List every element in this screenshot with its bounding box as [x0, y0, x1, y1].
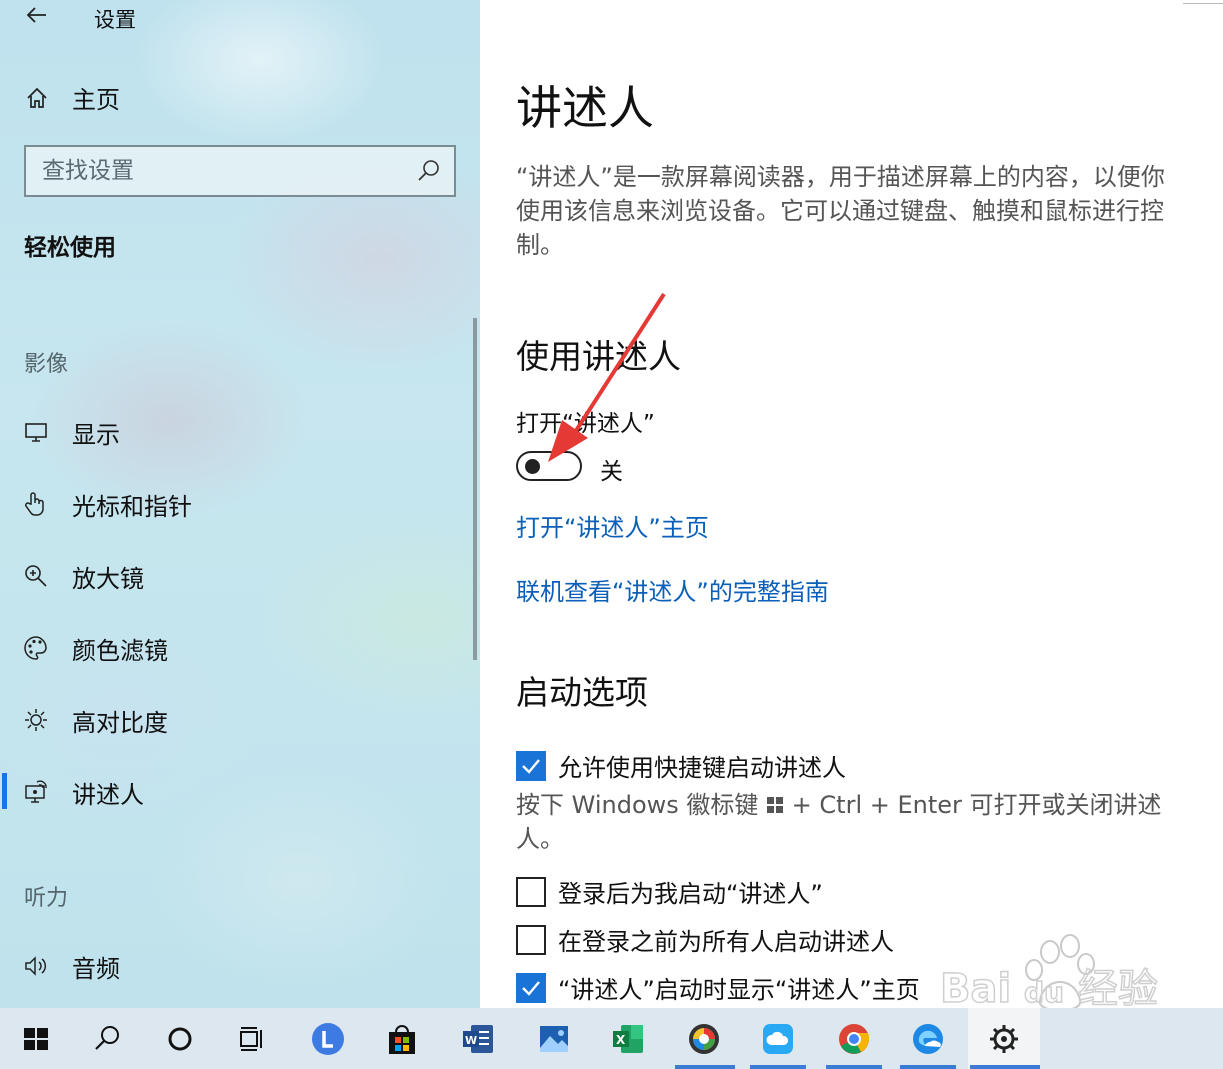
edge-button[interactable]	[898, 1008, 958, 1069]
svg-text:W: W	[465, 1034, 477, 1047]
cortana-icon	[168, 1027, 192, 1050]
chrome-button[interactable]	[824, 1008, 884, 1069]
settings-button[interactable]	[974, 1008, 1034, 1069]
taskbar-search-button[interactable]	[78, 1008, 138, 1069]
sidebar-item-display[interactable]: 显示	[22, 412, 120, 452]
window-title: 设置	[94, 8, 136, 32]
startup-options-heading: 启动选项	[516, 673, 648, 712]
sidebar-item-narrator[interactable]: 讲述人	[22, 772, 144, 812]
toggle-state-text: 关	[600, 459, 623, 485]
cortana-button[interactable]	[150, 1008, 210, 1069]
color-picker-button[interactable]	[674, 1008, 734, 1069]
option-label: 登录后为我启动“讲述人”	[558, 880, 823, 908]
monitor-icon	[25, 423, 47, 442]
active-indicator	[2, 773, 7, 809]
sidebar-item-color-filters[interactable]: 颜色滤镜	[22, 628, 168, 668]
word-icon: W	[463, 1024, 493, 1053]
sidebar-item-label: 光标和指针	[72, 492, 192, 521]
sidebar-item-pointer[interactable]: 光标和指针	[22, 484, 192, 524]
settings-icon	[990, 1024, 1018, 1053]
option-start-before-signin[interactable]: 在登录之前为所有人启动讲述人	[516, 922, 894, 957]
window-edge	[1183, 0, 1223, 4]
narrator-guide-link[interactable]: 联机查看“讲述人”的完整指南	[516, 572, 829, 607]
running-indicator	[675, 1065, 735, 1069]
group-label-vision: 影像	[24, 352, 69, 377]
pointer-icon	[25, 492, 44, 516]
sidebar-item-label: 放大镜	[72, 564, 144, 593]
task-view-icon	[240, 1026, 262, 1051]
start-button[interactable]	[6, 1008, 66, 1069]
photos-icon	[540, 1025, 568, 1052]
home-icon	[27, 87, 47, 108]
group-label-hearing: 听力	[24, 886, 69, 911]
sidebar-item-magnifier[interactable]: 放大镜	[22, 556, 144, 596]
search-icon	[95, 1025, 119, 1050]
toggle-label: 打开“讲述人”	[516, 411, 655, 437]
app-l-button[interactable]	[298, 1008, 358, 1069]
open-narrator-home-link[interactable]: 打开“讲述人”主页	[516, 508, 709, 543]
photos-button[interactable]	[524, 1008, 584, 1069]
option-label: 允许使用快捷键启动讲述人	[558, 754, 846, 782]
sidebar-item-label: 颜色滤镜	[72, 636, 168, 665]
option-show-home[interactable]: “讲述人”启动时显示“讲述人”主页	[516, 970, 920, 1005]
use-narrator-heading: 使用讲述人	[516, 337, 681, 376]
home-label: 主页	[72, 86, 120, 114]
check-icon	[522, 980, 540, 996]
search-box[interactable]	[24, 145, 456, 197]
search-icon[interactable]	[416, 158, 442, 184]
sidebar-scrollbar[interactable]	[473, 318, 477, 660]
running-indicator	[970, 1065, 1040, 1069]
narrator-icon	[25, 780, 47, 803]
option-shortcut-key[interactable]: 允许使用快捷键启动讲述人	[516, 748, 846, 783]
option-label: 在登录之前为所有人启动讲述人	[558, 928, 894, 956]
sidebar-home-link[interactable]: 主页	[24, 80, 120, 115]
search-input[interactable]	[42, 158, 416, 184]
sidebar-item-audio[interactable]: 音频	[22, 946, 120, 986]
cloud-button[interactable]	[748, 1008, 808, 1069]
section-title: 轻松使用	[24, 235, 116, 261]
sidebar-item-label: 高对比度	[72, 708, 168, 737]
sidebar-item-label: 音频	[72, 954, 120, 983]
colorpicker-icon	[689, 1023, 719, 1054]
sidebar-item-label: 讲述人	[72, 780, 144, 809]
app-l-icon	[312, 1022, 344, 1055]
cloud-icon	[763, 1023, 793, 1054]
back-arrow-icon[interactable]	[24, 2, 50, 28]
page-description: “讲述人”是一款屏幕阅读器，用于描述屏幕上的内容，以便你使用该信息来浏览设备。它…	[516, 163, 1165, 259]
excel-button[interactable]: X	[598, 1008, 658, 1069]
shortcut-hint: 按下 Windows 徽标键 + Ctrl + Enter 可打开或关闭讲述人。	[516, 788, 1176, 856]
running-indicator	[900, 1065, 956, 1069]
hint-text-part1: 按下 Windows 徽标键	[516, 791, 759, 819]
svg-text:X: X	[616, 1033, 626, 1047]
checkbox-show-home[interactable]	[516, 972, 546, 1003]
check-icon	[522, 758, 540, 774]
word-button[interactable]: W	[448, 1008, 508, 1069]
chrome-icon	[839, 1023, 870, 1054]
windows-logo-icon	[767, 797, 784, 813]
excel-icon: X	[613, 1024, 643, 1053]
palette-icon	[24, 636, 47, 660]
option-start-after-signin[interactable]: 登录后为我启动“讲述人”	[516, 874, 823, 909]
sidebar-item-label: 显示	[72, 420, 120, 449]
toggle-knob	[525, 459, 540, 474]
checkbox-before-signin[interactable]	[516, 924, 546, 955]
checkbox-shortcut[interactable]	[516, 750, 546, 781]
start-icon	[24, 1027, 48, 1050]
edge-icon	[913, 1023, 943, 1054]
sidebar-item-high-contrast[interactable]: 高对比度	[22, 700, 168, 740]
task-view-button[interactable]	[222, 1008, 282, 1069]
settings-sidebar: 设置 主页 轻松使用 影像 显示 光标和指针 放大镜 颜色滤镜 高对比度 讲述人…	[0, 0, 480, 1008]
speaker-icon	[25, 956, 47, 976]
running-indicator	[826, 1065, 882, 1069]
store-button[interactable]	[372, 1008, 432, 1069]
page-title: 讲述人	[516, 81, 654, 135]
narrator-toggle[interactable]	[516, 451, 582, 481]
option-label: “讲述人”启动时显示“讲述人”主页	[558, 976, 920, 1004]
main-content: 讲述人 “讲述人”是一款屏幕阅读器，用于描述屏幕上的内容，以便你使用该信息来浏览…	[480, 0, 1223, 1008]
magnifier-icon	[25, 565, 47, 587]
running-indicator	[750, 1065, 806, 1069]
checkbox-after-signin[interactable]	[516, 876, 546, 907]
store-icon	[389, 1024, 415, 1054]
brightness-icon	[25, 709, 47, 731]
